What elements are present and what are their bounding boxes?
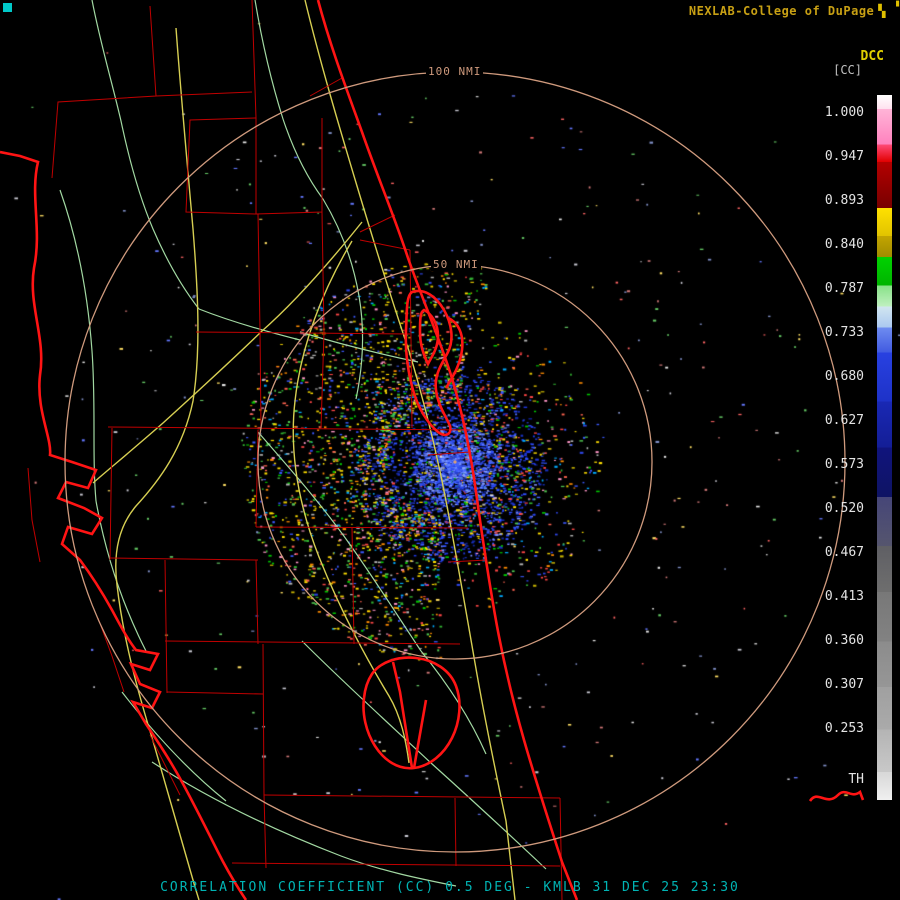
colorbar-label: 0.520 [824, 501, 864, 516]
corner-mark [3, 3, 12, 12]
colorbar-label: 0.893 [824, 193, 864, 208]
colorbar-label: 1.000 [824, 105, 864, 120]
range-rings-svg [64, 71, 846, 853]
colorbar-label: 0.360 [824, 633, 864, 648]
range-ring-label-50: 50 NMI [431, 258, 481, 271]
colorbar-label: 0.467 [824, 545, 864, 560]
units-label: [CC] [833, 63, 862, 77]
radar-display: 100 NMI 50 NMI NEXLAB-College of DuPage ▚… [0, 0, 900, 900]
colorbar-label: 0.573 [824, 457, 864, 472]
colorbar-label: 0.253 [824, 721, 864, 736]
colorbar-label: 0.413 [824, 589, 864, 604]
colorbar-label: 0.307 [824, 677, 864, 692]
colorbar-label: 0.947 [824, 149, 864, 164]
corner-glyph-icon: ▝ [892, 2, 899, 13]
colorbar-label: 0.787 [824, 281, 864, 296]
page-title: NEXLAB-College of DuPage ▚ [689, 4, 886, 18]
colorbar-label: 0.840 [824, 237, 864, 252]
product-label: DCC [860, 49, 884, 64]
colorbar [877, 95, 892, 800]
colorbar-th-label: TH [848, 772, 864, 787]
title-text: NEXLAB-College of DuPage [688, 4, 875, 18]
title-glyph-icon: ▚ [878, 4, 886, 18]
range-ring-label-100: 100 NMI [426, 65, 484, 78]
product-caption: CORRELATION COEFFICIENT (CC) 0.5 DEG - K… [160, 880, 740, 895]
colorbar-label: 0.627 [824, 413, 864, 428]
radar-site-marker [453, 460, 457, 464]
colorbar-label: 0.733 [824, 325, 864, 340]
colorbar-label: 0.680 [824, 369, 864, 384]
